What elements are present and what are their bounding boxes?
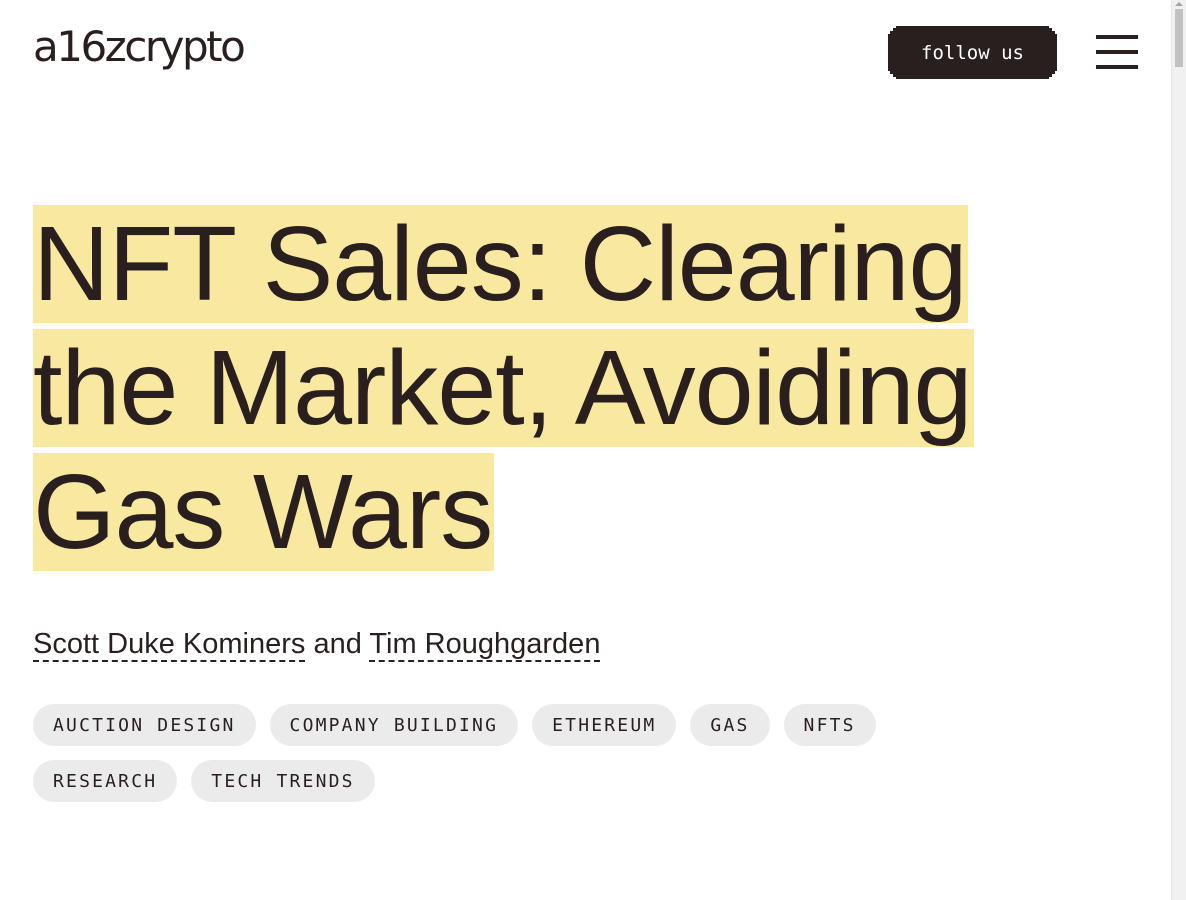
site-logo[interactable]: a16zcrypto bbox=[33, 26, 246, 68]
tag-ethereum[interactable]: ETHEREUM bbox=[532, 704, 677, 746]
tag-auction-design[interactable]: AUCTION DESIGN bbox=[33, 704, 256, 746]
tag-gas[interactable]: GAS bbox=[690, 704, 770, 746]
scrollbar-thumb[interactable] bbox=[1175, 9, 1183, 67]
author-conjunction: and bbox=[313, 628, 362, 660]
menu-bar bbox=[1096, 65, 1138, 69]
vertical-scrollbar[interactable] bbox=[1171, 0, 1186, 900]
author-link[interactable]: Tim Roughgarden bbox=[369, 628, 601, 662]
author-link[interactable]: Scott Duke Kominers bbox=[33, 628, 306, 662]
article-title: NFT Sales: Clearing the Market, Avoiding… bbox=[33, 202, 1073, 574]
follow-us-button[interactable]: follow us bbox=[888, 26, 1057, 79]
article-header: NFT Sales: Clearing the Market, Avoiding… bbox=[33, 202, 1073, 574]
article-title-text: NFT Sales: Clearing the Market, Avoiding… bbox=[33, 205, 974, 571]
page: a16zcrypto follow us NFT Sales: Clearing… bbox=[0, 0, 1186, 900]
tag-list: AUCTION DESIGN COMPANY BUILDING ETHEREUM… bbox=[33, 704, 1033, 802]
tag-research[interactable]: RESEARCH bbox=[33, 760, 178, 802]
menu-bar bbox=[1096, 50, 1138, 54]
tag-nfts[interactable]: NFTS bbox=[783, 704, 876, 746]
tag-company-building[interactable]: COMPANY BUILDING bbox=[269, 704, 519, 746]
hamburger-menu-icon[interactable] bbox=[1096, 35, 1138, 69]
scroll-up-arrow-icon[interactable] bbox=[1175, 2, 1183, 6]
article-authors: Scott Duke Kominers and Tim Roughgarden bbox=[33, 626, 601, 662]
tag-tech-trends[interactable]: TECH TRENDS bbox=[191, 760, 375, 802]
menu-bar bbox=[1096, 35, 1138, 39]
